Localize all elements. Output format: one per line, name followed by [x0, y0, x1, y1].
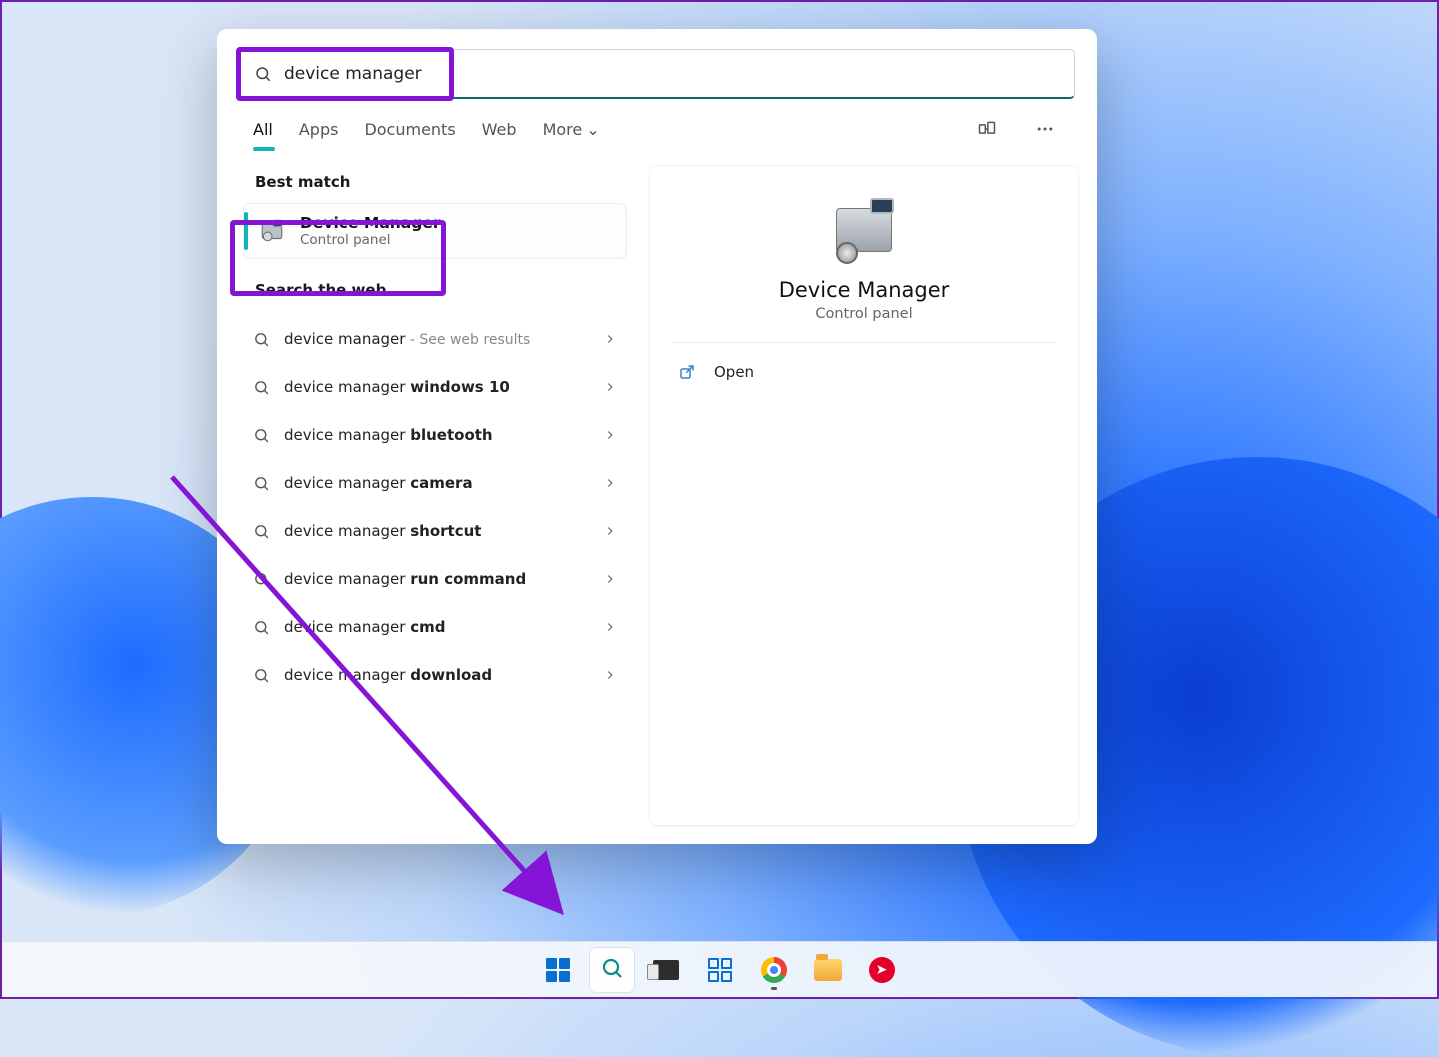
web-result-text: device manager cmd [284, 618, 589, 636]
chrome-app[interactable] [752, 948, 796, 992]
best-match-title: Device Manager [300, 214, 441, 232]
search-icon [253, 667, 270, 684]
device-manager-icon [258, 217, 286, 245]
detail-subtitle: Control panel [815, 306, 912, 322]
web-result-text: device manager bluetooth [284, 426, 589, 444]
start-button[interactable] [536, 948, 580, 992]
device-manager-large-icon [830, 202, 898, 260]
web-results-list: device manager - See web results device m… [235, 311, 635, 703]
search-icon [253, 475, 270, 492]
pinned-app[interactable]: ➤ [860, 948, 904, 992]
web-result[interactable]: device manager shortcut [243, 507, 627, 555]
widgets-icon [708, 958, 732, 982]
chevron-down-icon: ⌄ [586, 120, 599, 139]
tab-documents[interactable]: Documents [364, 114, 455, 145]
file-explorer-app[interactable] [806, 948, 850, 992]
web-result-text: device manager camera [284, 474, 589, 492]
tab-all[interactable]: All [253, 114, 273, 145]
chevron-right-icon [603, 572, 617, 586]
detail-pane: Device Manager Control panel Open [649, 165, 1079, 826]
search-bar[interactable] [239, 49, 1075, 99]
chevron-right-icon [603, 428, 617, 442]
chevron-right-icon [603, 476, 617, 490]
search-icon [254, 65, 272, 83]
task-view-icon [653, 960, 679, 980]
web-result-text: device manager download [284, 666, 589, 684]
web-result[interactable]: device manager camera [243, 459, 627, 507]
tab-web[interactable]: Web [482, 114, 517, 145]
search-across-devices-icon[interactable] [971, 113, 1003, 145]
open-label: Open [714, 363, 754, 381]
chevron-right-icon [603, 524, 617, 538]
search-icon [253, 523, 270, 540]
detail-title: Device Manager [779, 278, 950, 302]
app-icon: ➤ [869, 957, 895, 983]
web-result[interactable]: device manager bluetooth [243, 411, 627, 459]
taskbar: ➤ [2, 941, 1437, 997]
web-result[interactable]: device manager download [243, 651, 627, 699]
web-result-text: device manager run command [284, 570, 589, 588]
folder-icon [814, 959, 842, 981]
web-result[interactable]: device manager - See web results [243, 315, 627, 363]
chrome-icon [761, 957, 787, 983]
chevron-right-icon [603, 668, 617, 682]
best-match-subtitle: Control panel [300, 232, 441, 248]
section-best-match: Best match [235, 165, 635, 203]
search-icon [253, 331, 270, 348]
search-icon [600, 956, 624, 984]
start-search-window: All Apps Documents Web More⌄ Best match … [217, 29, 1097, 844]
web-result[interactable]: device manager run command [243, 555, 627, 603]
search-icon [253, 427, 270, 444]
search-input[interactable] [284, 64, 1060, 84]
section-search-web: Search the web [235, 273, 635, 311]
chevron-right-icon [603, 620, 617, 634]
search-icon [253, 379, 270, 396]
running-indicator [771, 987, 777, 990]
windows-icon [546, 958, 570, 982]
search-icon [253, 619, 270, 636]
open-action[interactable]: Open [672, 343, 1056, 401]
web-result[interactable]: device manager cmd [243, 603, 627, 651]
web-result[interactable]: device manager windows 10 [243, 363, 627, 411]
tab-apps[interactable]: Apps [299, 114, 339, 145]
more-options-icon[interactable] [1029, 113, 1061, 145]
results-pane: Best match Device Manager Control panel … [235, 165, 635, 826]
web-result-text: device manager shortcut [284, 522, 589, 540]
search-icon [253, 571, 270, 588]
taskbar-search-button[interactable] [590, 948, 634, 992]
widgets-button[interactable] [698, 948, 742, 992]
tab-more[interactable]: More⌄ [543, 114, 600, 145]
filter-tabs: All Apps Documents Web More⌄ [217, 99, 1097, 145]
task-view-button[interactable] [644, 948, 688, 992]
open-external-icon [678, 363, 696, 381]
chevron-right-icon [603, 380, 617, 394]
web-result-text: device manager windows 10 [284, 378, 589, 396]
web-result-text: device manager - See web results [284, 330, 589, 348]
chevron-right-icon [603, 332, 617, 346]
best-match-result[interactable]: Device Manager Control panel [243, 203, 627, 259]
